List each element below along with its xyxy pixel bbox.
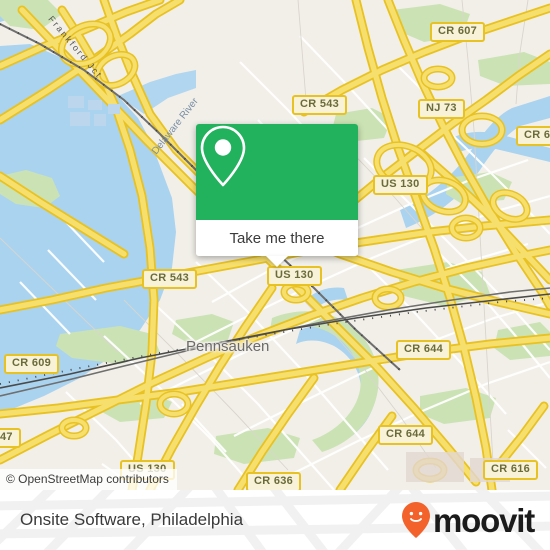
take-me-there-label: Take me there xyxy=(229,229,325,247)
footer-bar: Onsite Software, Philadelphia moovit xyxy=(0,490,550,550)
route-shield-cr-609[interactable]: CR 609 xyxy=(4,354,60,374)
moovit-wordmark: moovit xyxy=(433,501,535,539)
map-canvas[interactable]: Delaware River Frankford Jct Pennsauken … xyxy=(0,0,550,490)
route-shield-cr-644-upper[interactable]: CR 644 xyxy=(396,340,452,360)
route-shield-us-130-center[interactable]: US 130 xyxy=(267,266,322,286)
openstreetmap-attribution[interactable]: © OpenStreetMap contributors xyxy=(0,469,177,490)
route-shield-us-130-east[interactable]: US 130 xyxy=(373,175,428,195)
route-shield-cr-616[interactable]: CR 616 xyxy=(483,460,539,480)
route-shield-cr-607-north[interactable]: CR 607 xyxy=(430,22,486,42)
popup-pointer-tail xyxy=(266,256,288,267)
place-label-pennsauken: Pennsauken xyxy=(186,338,270,355)
moovit-brand[interactable]: moovit xyxy=(401,501,535,539)
popup-footer[interactable]: Take me there xyxy=(196,220,358,267)
route-shield-cr-543-west[interactable]: CR 543 xyxy=(142,269,198,289)
route-shield-cr-543-north[interactable]: CR 543 xyxy=(292,95,348,115)
route-shield-47[interactable]: 47 xyxy=(0,428,21,448)
route-shield-cr-636[interactable]: CR 636 xyxy=(246,472,302,490)
place-title: Onsite Software, Philadelphia xyxy=(20,510,244,529)
popup-header xyxy=(196,124,358,220)
moovit-smiley-pin-icon xyxy=(402,502,431,538)
route-shield-cr-607-east[interactable]: CR 607 xyxy=(516,126,550,146)
moovit-place-map-screenshot: Delaware River Frankford Jct Pennsauken … xyxy=(0,0,550,550)
map-pin-icon xyxy=(200,125,246,187)
place-popup-card[interactable]: Take me there xyxy=(196,124,358,267)
route-shield-nj-73[interactable]: NJ 73 xyxy=(418,99,465,119)
route-shield-cr-644-lower[interactable]: CR 644 xyxy=(378,425,434,445)
